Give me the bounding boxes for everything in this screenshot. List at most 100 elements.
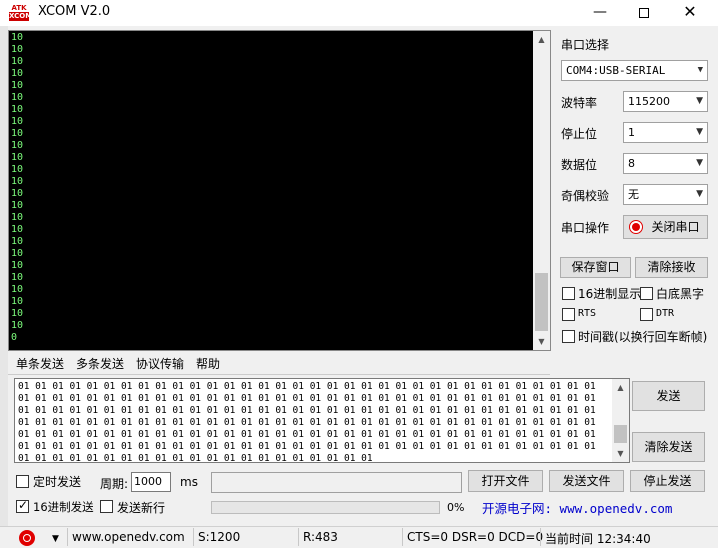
receive-line: 10 bbox=[11, 56, 24, 67]
dtr-checkbox[interactable] bbox=[640, 308, 653, 321]
receive-area[interactable]: 10 10 10 10 10 10 10 10 10 10 10 10 10 10 10 10 10 10 10 10… bbox=[8, 30, 551, 351]
period-unit: ms bbox=[180, 475, 198, 489]
tab-help[interactable]: 帮助 bbox=[194, 354, 222, 374]
status-received: R:483 bbox=[303, 530, 338, 544]
status-separator bbox=[540, 528, 541, 546]
receive-line: 10 bbox=[11, 272, 24, 283]
receive-line: 10 bbox=[11, 92, 24, 103]
scroll-down-icon[interactable]: ▼ bbox=[533, 333, 550, 350]
receive-text: 10 10 10 10 10 10 10 10 10 10 10 10 10 10 10 10 10 10 10 10… bbox=[11, 32, 531, 344]
receive-line: 10 bbox=[11, 128, 24, 139]
site-link[interactable]: 开源电子网: www.openedv.com bbox=[482, 498, 672, 517]
stop-icon[interactable] bbox=[19, 530, 35, 546]
maximize-icon bbox=[639, 8, 649, 18]
port-op-label: 串口操作 bbox=[561, 221, 610, 235]
scroll-up-icon[interactable]: ▲ bbox=[612, 379, 629, 396]
status-sent: S:1200 bbox=[198, 530, 241, 544]
timed-send-label: 定时发送 bbox=[33, 475, 82, 489]
send-input[interactable]: 01 01 01 01 01 01 01 01 01 01 01 01 01 0… bbox=[14, 378, 630, 463]
data-bits-label: 数据位 bbox=[561, 158, 598, 172]
baud-select[interactable]: 115200 ▼ bbox=[623, 91, 708, 112]
send-newline-checkbox[interactable] bbox=[100, 500, 113, 513]
parity-label: 奇偶校验 bbox=[561, 189, 610, 203]
hex-display-checkbox[interactable] bbox=[562, 287, 575, 300]
tab-protocol[interactable]: 协议传输 bbox=[134, 354, 186, 374]
receive-line: 10 bbox=[11, 200, 24, 211]
status-menu-icon[interactable]: ▼ bbox=[52, 534, 59, 544]
send-line: 01 01 01 01 01 01 01 01 01 01 01 01 01 0… bbox=[18, 429, 596, 440]
chevron-down-icon: ▼ bbox=[696, 189, 703, 199]
send-line: 01 01 01 01 01 01 01 01 01 01 01 01 01 0… bbox=[18, 393, 596, 404]
tab-divider bbox=[8, 374, 550, 375]
receive-line: 10 bbox=[11, 80, 24, 91]
save-window-button[interactable]: 保存窗口 bbox=[560, 257, 631, 278]
minimize-button[interactable]: — bbox=[577, 0, 623, 26]
scroll-down-icon[interactable]: ▼ bbox=[612, 445, 629, 462]
maximize-button[interactable] bbox=[621, 0, 667, 26]
status-separator bbox=[298, 528, 299, 546]
receive-line: 10 bbox=[11, 104, 24, 115]
logo-bottom: XCOM bbox=[9, 12, 33, 21]
timestamp-checkbox[interactable] bbox=[562, 330, 575, 343]
stop-bits-label: 停止位 bbox=[561, 127, 598, 141]
receive-line: 10 bbox=[11, 164, 24, 175]
record-icon bbox=[629, 220, 643, 234]
stop-bits-select[interactable]: 1 ▼ bbox=[623, 122, 708, 143]
left-edge bbox=[0, 26, 8, 548]
hex-send-label: 16进制发送 bbox=[33, 500, 94, 514]
open-file-button[interactable]: 打开文件 bbox=[468, 470, 543, 492]
send-line: 01 01 01 01 01 01 01 01 01 01 01 01 01 0… bbox=[18, 381, 596, 392]
period-input[interactable]: 1000 bbox=[131, 472, 171, 492]
app-logo: ATK XCOM bbox=[8, 4, 33, 21]
send-button[interactable]: 发送 bbox=[632, 381, 705, 411]
send-newline-label: 发送新行 bbox=[117, 501, 166, 515]
chevron-down-icon: ▼ bbox=[696, 158, 703, 168]
chevron-down-icon: ▼ bbox=[696, 127, 703, 137]
receive-line: 10 bbox=[11, 212, 24, 223]
period-label: 周期: bbox=[100, 477, 129, 491]
clear-receive-button[interactable]: 清除接收 bbox=[635, 257, 708, 278]
port-select[interactable]: COM4:USB-SERIAL ▼ bbox=[561, 60, 708, 81]
window-title: XCOM V2.0 bbox=[38, 4, 111, 19]
parity-value: 无 bbox=[628, 188, 639, 201]
close-port-button[interactable]: 关闭串口 bbox=[623, 215, 708, 239]
white-bg-checkbox[interactable] bbox=[640, 287, 653, 300]
hex-send-checkbox[interactable] bbox=[16, 498, 29, 513]
dtr-label: DTR bbox=[656, 308, 675, 319]
send-scrollbar[interactable]: ▲ ▼ bbox=[612, 379, 629, 462]
receive-line: 10 bbox=[11, 68, 24, 79]
receive-line: 10 bbox=[11, 308, 24, 319]
tab-multi-send[interactable]: 多条发送 bbox=[74, 354, 126, 374]
port-section-label: 串口选择 bbox=[561, 38, 610, 52]
receive-scroll-thumb[interactable] bbox=[535, 273, 548, 331]
receive-line: 10 bbox=[11, 116, 24, 127]
baud-value: 115200 bbox=[628, 95, 670, 108]
send-progress-bar bbox=[211, 501, 440, 514]
send-scroll-thumb[interactable] bbox=[614, 425, 627, 443]
send-line: 01 01 01 01 01 01 01 01 01 01 01 01 01 0… bbox=[18, 453, 373, 463]
port-value: COM4:USB-SERIAL bbox=[566, 64, 666, 77]
receive-line: 10 bbox=[11, 44, 24, 55]
parity-select[interactable]: 无 ▼ bbox=[623, 184, 708, 205]
send-line: 01 01 01 01 01 01 01 01 01 01 01 01 01 0… bbox=[18, 417, 596, 428]
progress-percent: 0% bbox=[447, 501, 465, 514]
status-separator bbox=[402, 528, 403, 546]
receive-scrollbar[interactable]: ▲ ▼ bbox=[533, 31, 550, 350]
stop-send-button[interactable]: 停止发送 bbox=[630, 470, 705, 492]
receive-line: 10 bbox=[11, 188, 24, 199]
scroll-up-icon[interactable]: ▲ bbox=[533, 31, 550, 48]
receive-line: 10 bbox=[11, 296, 24, 307]
tab-single-send[interactable]: 单条发送 bbox=[14, 354, 66, 374]
status-url[interactable]: www.openedv.com bbox=[72, 530, 185, 544]
receive-line: 10 bbox=[11, 236, 24, 247]
clear-send-button[interactable]: 清除发送 bbox=[632, 432, 705, 462]
send-file-button[interactable]: 发送文件 bbox=[549, 470, 624, 492]
data-bits-select[interactable]: 8 ▼ bbox=[623, 153, 708, 174]
data-bits-value: 8 bbox=[628, 157, 635, 170]
timed-send-checkbox[interactable] bbox=[16, 475, 29, 488]
status-separator bbox=[193, 528, 194, 546]
send-line: 01 01 01 01 01 01 01 01 01 01 01 01 01 0… bbox=[18, 405, 596, 416]
close-button[interactable]: ✕ bbox=[667, 0, 713, 26]
file-path-input[interactable] bbox=[211, 472, 462, 493]
rts-checkbox[interactable] bbox=[562, 308, 575, 321]
